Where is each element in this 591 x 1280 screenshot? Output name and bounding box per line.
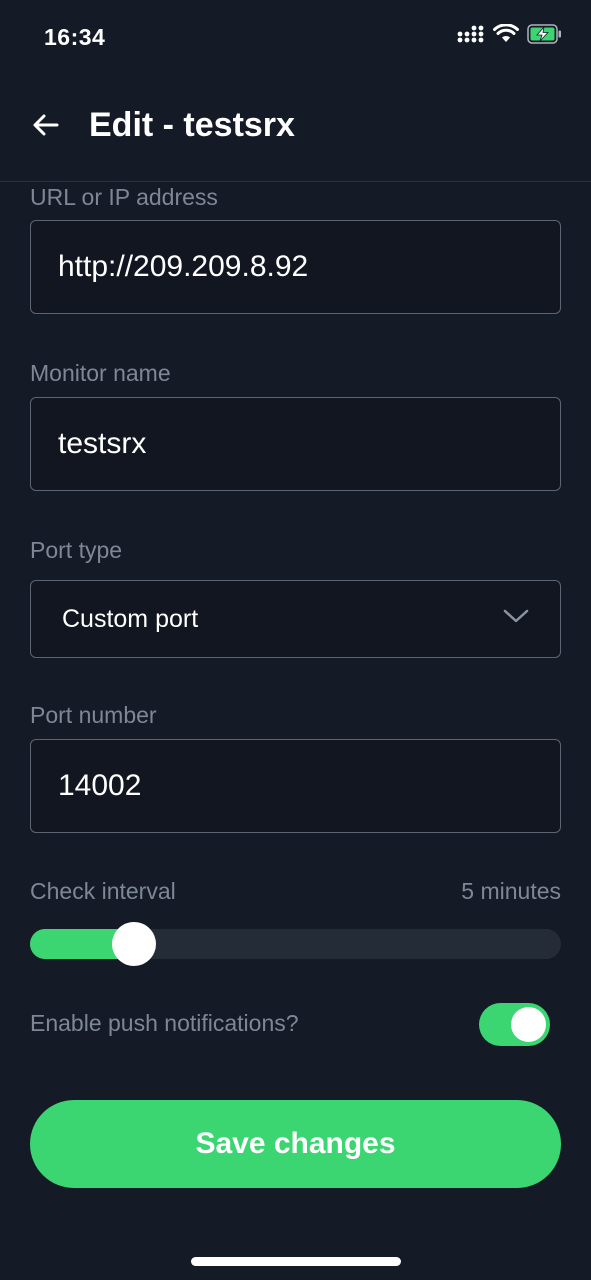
monitor-name-field (30, 397, 561, 491)
header: Edit - testsrx (0, 76, 591, 182)
url-label: URL or IP address (30, 184, 218, 210)
port-type-label: Port type (30, 537, 123, 563)
toggle-knob (511, 1007, 546, 1042)
port-number-label: Port number (30, 702, 157, 728)
url-input[interactable] (31, 221, 560, 313)
check-interval-slider[interactable] (30, 922, 561, 966)
port-type-value: Custom port (62, 605, 199, 633)
page-title: Edit - testsrx (89, 106, 295, 144)
url-field (30, 220, 561, 314)
port-number-field (30, 739, 561, 833)
status-time: 16:34 (44, 24, 106, 50)
signal-icon (457, 25, 485, 48)
home-indicator (191, 1257, 401, 1266)
slider-thumb[interactable] (111, 922, 156, 966)
monitor-name-input[interactable] (31, 398, 560, 490)
chevron-down-icon (502, 607, 530, 630)
battery-charging-icon (527, 24, 563, 49)
port-number-input[interactable] (31, 740, 560, 832)
check-interval-label: Check interval (30, 878, 176, 904)
status-bar: 16:34 (0, 0, 591, 76)
push-notifications-toggle[interactable] (479, 1003, 550, 1046)
check-interval-value: 5 minutes (461, 878, 561, 904)
save-button[interactable]: Save changes (30, 1100, 561, 1188)
port-type-select[interactable]: Custom port (30, 580, 561, 658)
monitor-name-label: Monitor name (30, 360, 171, 386)
back-button[interactable] (24, 106, 66, 148)
push-notifications-label: Enable push notifications? (30, 1010, 299, 1036)
arrow-left-icon (31, 113, 59, 142)
status-icons (457, 23, 563, 49)
wifi-icon (493, 23, 519, 49)
